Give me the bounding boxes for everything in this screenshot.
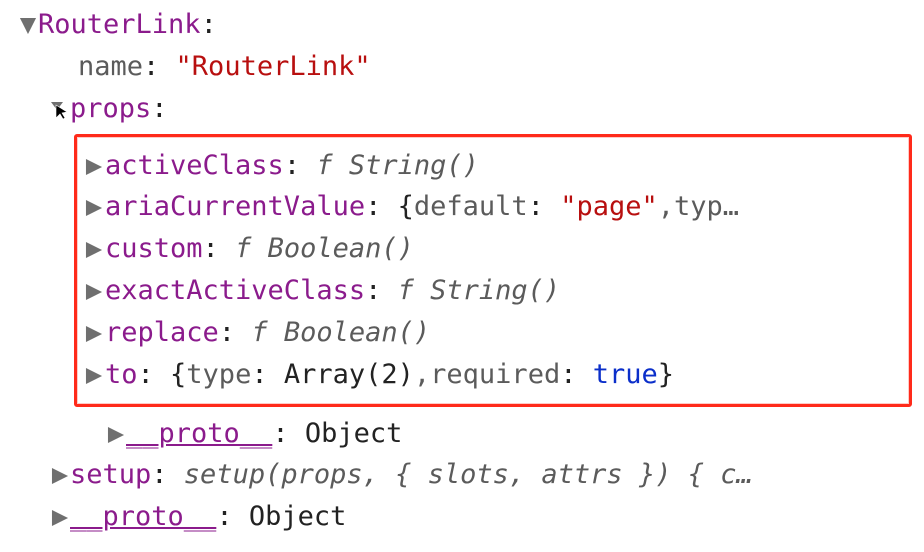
object-tree: ▼ RouterLink : name : "RouterLink" props… [0,0,924,538]
tree-node-proto[interactable]: ▶ __proto__ : Object [18,496,924,538]
boolean-value: true [593,354,658,396]
expand-toggle-icon[interactable]: ▶ [83,270,105,312]
expand-toggle-icon[interactable]: ▶ [83,186,105,228]
object-value: Array(2) [284,354,414,396]
expand-toggle-icon[interactable]: ▼ [18,4,38,46]
object-key: typ [674,186,723,228]
object-key: type [186,354,251,396]
property-key: props [70,88,151,130]
tree-node-custom[interactable]: ▶ custom : f Boolean() [83,228,903,270]
tree-node-setup[interactable]: ▶ setup : setup(props, { slots, attrs })… [18,454,924,496]
property-key: name [78,46,143,88]
function-signature: Boolean() [284,312,430,354]
expand-toggle-icon[interactable]: ▶ [83,354,105,396]
function-signature: String() [349,145,479,187]
tree-node-replace[interactable]: ▶ replace : f Boolean() [83,312,903,354]
tree-node-to[interactable]: ▶ to : { type : Array(2) , required : tr… [83,354,903,396]
tree-node-routerlink[interactable]: ▼ RouterLink : [18,4,924,46]
cursor-icon [50,91,70,133]
function-f-icon: f [235,228,251,270]
function-signature: Boolean() [268,228,414,270]
object-key: default [414,186,528,228]
expand-toggle-icon[interactable]: ▶ [83,228,105,270]
colon: : [151,88,167,130]
function-f-icon: f [251,312,267,354]
string-value: "RouterLink" [176,46,371,88]
property-key: to [105,354,138,396]
expand-toggle-icon[interactable]: ▶ [106,413,126,455]
highlighted-props-box: ▶ activeClass : f String() ▶ ariaCurrent… [74,134,912,407]
expand-toggle-icon[interactable]: ▶ [83,145,105,187]
function-f-icon: f [316,145,332,187]
expand-toggle-icon[interactable]: ▶ [50,496,70,538]
property-key: ariaCurrentValue [105,186,365,228]
ellipsis: … [736,454,752,496]
string-value: "page" [560,186,658,228]
property-key: activeClass [105,145,284,187]
expand-toggle-icon[interactable]: ▶ [83,312,105,354]
object-key: required [430,354,560,396]
function-signature: setup(props, { slots, attrs }) { c [184,454,737,496]
property-key: replace [105,312,219,354]
property-key: __proto__ [126,413,272,455]
property-key: exactActiveClass [105,270,365,312]
function-signature: String() [430,270,560,312]
property-key: __proto__ [70,496,216,538]
colon: : [201,4,217,46]
tree-node-ariacurrentvalue[interactable]: ▶ ariaCurrentValue : { default : "page" … [83,186,903,228]
colon: : [143,46,176,88]
tree-node-props[interactable]: props : [18,88,924,130]
property-key: setup [70,454,151,496]
tree-node-exactactiveclass[interactable]: ▶ exactActiveClass : f String() [83,270,903,312]
function-f-icon: f [398,270,414,312]
expand-toggle-icon[interactable]: ▶ [50,454,70,496]
ellipsis: … [723,186,739,228]
tree-node-props-proto[interactable]: ▶ __proto__ : Object [18,413,924,455]
tree-node-name[interactable]: name : "RouterLink" [18,46,924,88]
object-value: Object [305,413,403,455]
object-value: Object [249,496,347,538]
property-key: custom [105,228,203,270]
property-key: RouterLink [38,4,201,46]
tree-node-activeclass[interactable]: ▶ activeClass : f String() [83,145,903,187]
